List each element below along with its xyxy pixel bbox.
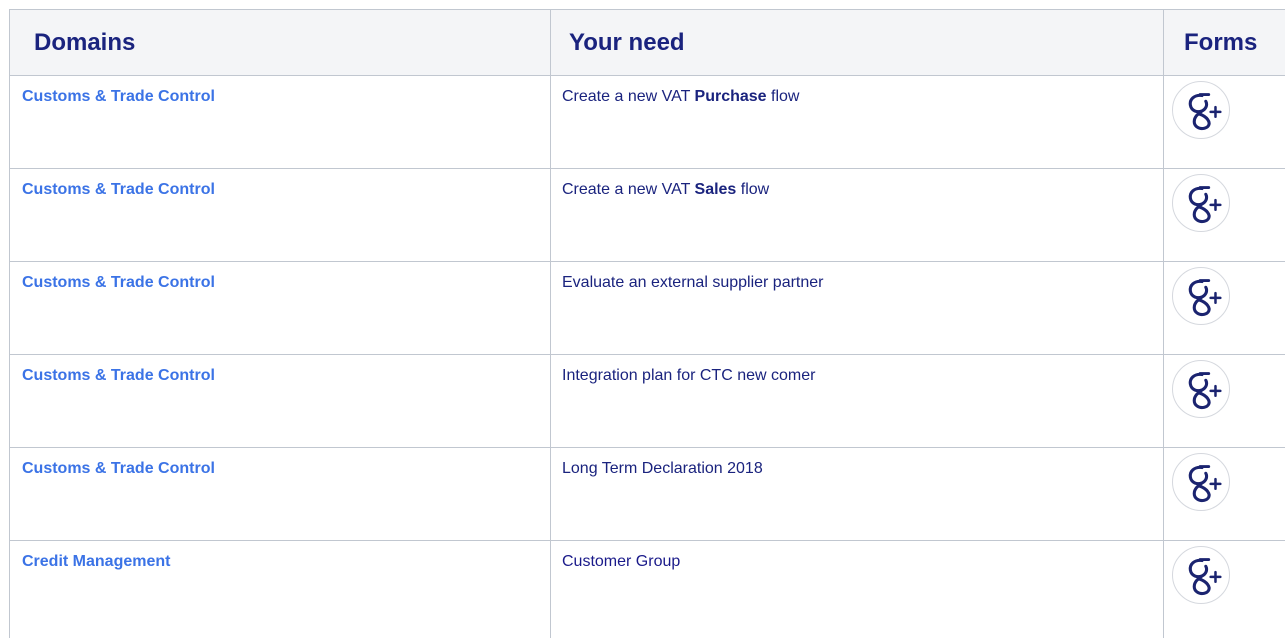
google-plus-icon[interactable] <box>1172 81 1230 139</box>
need-link[interactable]: Evaluate an external supplier partner <box>562 274 824 291</box>
domain-link[interactable]: Customs & Trade Control <box>22 367 215 384</box>
form-cell <box>1164 169 1285 262</box>
need-cell: Long Term Declaration 2018 <box>551 448 1164 541</box>
table-row: Customs & Trade Control Create a new VAT… <box>10 76 1285 169</box>
domain-cell: Credit Management <box>10 541 551 638</box>
domain-cell: Customs & Trade Control <box>10 76 551 169</box>
table-row: Customs & Trade Control Long Term Declar… <box>10 448 1285 541</box>
table-row: Customs & Trade Control Create a new VAT… <box>10 169 1285 262</box>
need-cell: Create a new VAT Purchase flow <box>551 76 1164 169</box>
domain-cell: Customs & Trade Control <box>10 262 551 355</box>
domain-link[interactable]: Credit Management <box>22 553 170 570</box>
need-cell: Integration plan for CTC new comer <box>551 355 1164 448</box>
table-row: Customs & Trade Control Evaluate an exte… <box>10 262 1285 355</box>
header-domains: Domains <box>10 10 551 76</box>
header-row: Domains Your need Forms <box>10 10 1285 76</box>
google-plus-icon[interactable] <box>1172 453 1230 511</box>
domain-cell: Customs & Trade Control <box>10 169 551 262</box>
google-plus-icon[interactable] <box>1172 546 1230 604</box>
forms-table: Domains Your need Forms Customs & Trade … <box>9 9 1285 638</box>
need-text: Create a new VAT <box>562 181 695 198</box>
header-forms: Forms <box>1164 10 1285 76</box>
need-text-suffix: flow <box>736 181 769 198</box>
domain-link[interactable]: Customs & Trade Control <box>22 88 215 105</box>
need-link[interactable]: Create a new VAT Sales flow <box>562 181 769 198</box>
need-text-bold: Sales <box>695 181 737 198</box>
form-cell <box>1164 541 1285 638</box>
domain-cell: Customs & Trade Control <box>10 355 551 448</box>
need-text-suffix: flow <box>767 88 800 105</box>
google-plus-icon[interactable] <box>1172 174 1230 232</box>
form-cell <box>1164 76 1285 169</box>
domain-link[interactable]: Customs & Trade Control <box>22 274 215 291</box>
domain-cell: Customs & Trade Control <box>10 448 551 541</box>
domain-link[interactable]: Customs & Trade Control <box>22 181 215 198</box>
form-cell <box>1164 355 1285 448</box>
table-row: Customs & Trade Control Integration plan… <box>10 355 1285 448</box>
need-text: Create a new VAT <box>562 88 695 105</box>
form-cell <box>1164 262 1285 355</box>
need-text-bold: Purchase <box>695 88 767 105</box>
need-cell: Evaluate an external supplier partner <box>551 262 1164 355</box>
domain-link[interactable]: Customs & Trade Control <box>22 460 215 477</box>
need-cell: Customer Group <box>551 541 1164 638</box>
header-your-need: Your need <box>551 10 1164 76</box>
form-cell <box>1164 448 1285 541</box>
need-link[interactable]: Customer Group <box>562 553 680 570</box>
google-plus-icon[interactable] <box>1172 360 1230 418</box>
need-link[interactable]: Integration plan for CTC new comer <box>562 367 815 384</box>
table-row: Credit Management Customer Group <box>10 541 1285 638</box>
need-link[interactable]: Long Term Declaration 2018 <box>562 460 763 477</box>
need-cell: Create a new VAT Sales flow <box>551 169 1164 262</box>
google-plus-icon[interactable] <box>1172 267 1230 325</box>
need-link[interactable]: Create a new VAT Purchase flow <box>562 88 799 105</box>
